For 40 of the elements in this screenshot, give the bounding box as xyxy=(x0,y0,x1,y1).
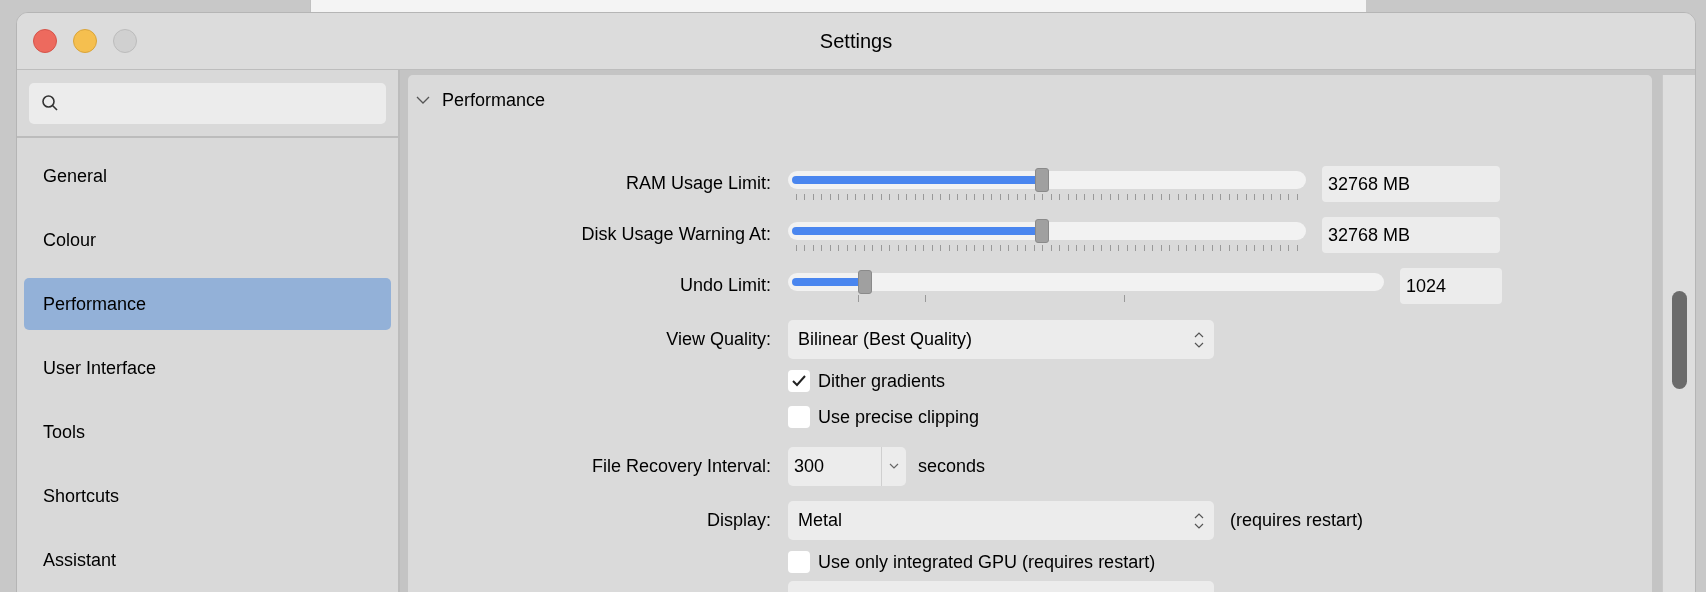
setting-label: RAM Usage Limit: xyxy=(625,172,771,195)
slider-thumb[interactable] xyxy=(858,270,873,294)
section-title: Performance xyxy=(442,88,546,112)
checkbox[interactable] xyxy=(788,406,810,428)
slider-thumb[interactable] xyxy=(1034,168,1049,192)
close-button[interactable] xyxy=(33,29,57,53)
unit-label: seconds xyxy=(918,454,986,478)
checkbox[interactable] xyxy=(788,551,810,573)
combo-box[interactable]: 300 xyxy=(788,446,906,486)
checkbox-option[interactable]: Dither gradients xyxy=(788,367,946,395)
value-field[interactable]: 32768 MB xyxy=(1322,166,1500,202)
window-title: Settings xyxy=(819,29,893,54)
setting-label: Undo Limit: xyxy=(679,274,771,297)
scrollbar-thumb[interactable] xyxy=(1672,291,1687,389)
value-field[interactable]: 32768 MB xyxy=(1322,217,1500,253)
sidebar-item[interactable]: User Interface xyxy=(24,342,391,394)
checkmark-icon xyxy=(792,375,806,387)
minimize-button[interactable] xyxy=(73,29,97,53)
dropdown[interactable]: Metal xyxy=(788,501,1214,540)
sidebar-item[interactable]: Colour xyxy=(24,214,391,266)
setting-label: Display: xyxy=(706,509,771,532)
sidebar-item[interactable]: Shortcuts xyxy=(24,470,391,522)
restart-note: (requires restart) xyxy=(1230,509,1364,532)
sidebar-item[interactable]: General xyxy=(24,150,391,202)
sidebar-item[interactable]: Assistant xyxy=(24,534,391,586)
search-icon xyxy=(41,94,59,112)
caret-icon xyxy=(889,463,899,469)
setting-label: Disk Usage Warning At: xyxy=(581,223,771,246)
slider-thumb[interactable] xyxy=(1034,219,1049,243)
dropdown[interactable]: Bilinear (Best Quality) xyxy=(788,320,1214,359)
sidebar-item[interactable]: Tools xyxy=(24,406,391,458)
checkbox[interactable] xyxy=(788,370,810,392)
setting-label: File Recovery Interval: xyxy=(591,454,771,478)
search-field[interactable] xyxy=(29,82,386,124)
chevron-icon[interactable] xyxy=(416,95,430,105)
checkbox-option[interactable]: Use only integrated GPU (requires restart) xyxy=(788,548,1156,576)
checkbox-option[interactable]: Use precise clipping xyxy=(788,403,980,431)
value-field[interactable]: 1024 xyxy=(1400,268,1502,304)
setting-label: View Quality: xyxy=(666,328,771,351)
sidebar-item[interactable]: Performance xyxy=(24,278,391,330)
